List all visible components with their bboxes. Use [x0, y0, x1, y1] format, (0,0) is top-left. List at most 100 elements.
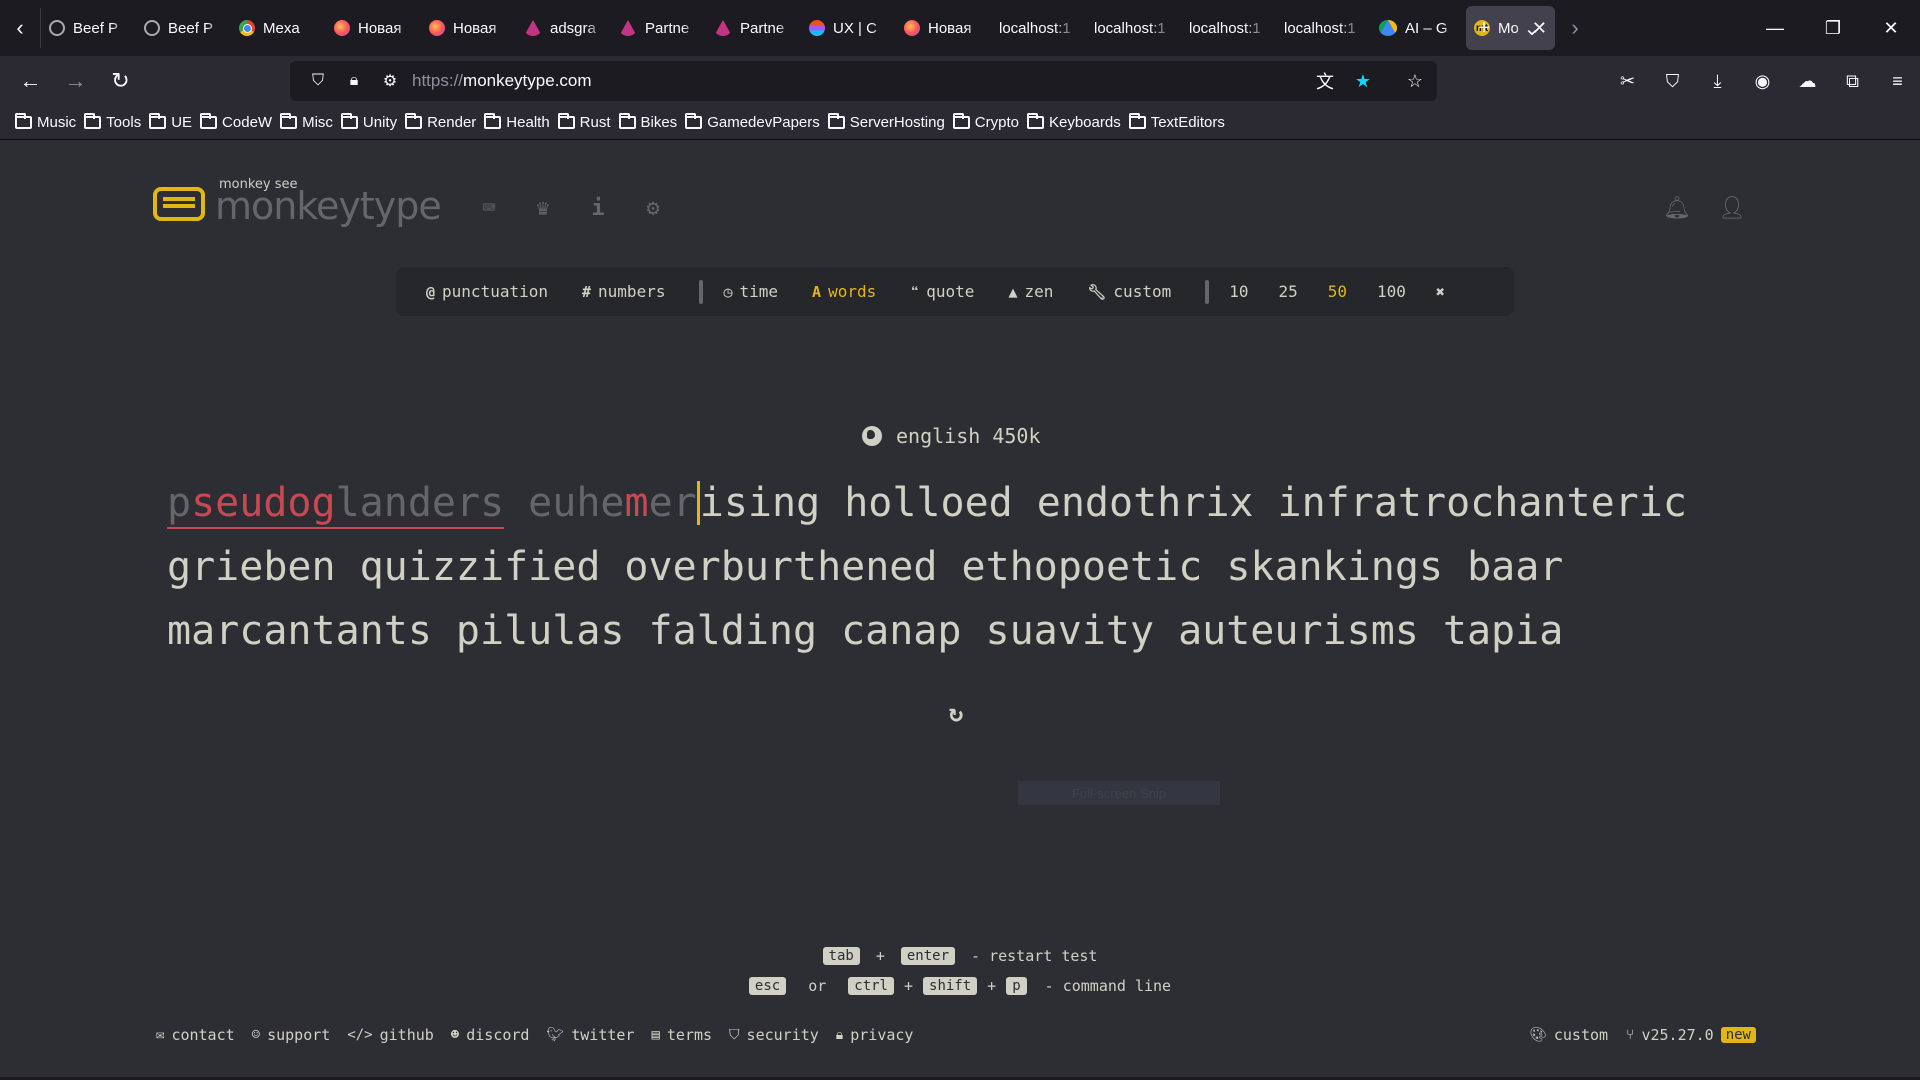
bookmark-folder[interactable]: Crypto: [952, 113, 1027, 131]
browser-tab[interactable]: AI – G: [1371, 6, 1466, 50]
browser-tab[interactable]: Mexa: [231, 6, 326, 50]
browser-tab[interactable]: Partne: [706, 6, 801, 50]
browser-tab[interactable]: adsgra: [516, 6, 611, 50]
bookmark-folder[interactable]: Music: [15, 113, 84, 131]
bookmark-folder[interactable]: Misc: [280, 113, 341, 131]
browser-tab[interactable]: Partne: [611, 6, 706, 50]
footer-discord[interactable]: ☻ discord: [451, 1026, 530, 1044]
bookmark-folder[interactable]: Keyboards: [1026, 113, 1129, 131]
lock-icon[interactable]: 🔒︎: [336, 72, 372, 90]
browser-tab[interactable]: UX | C: [801, 6, 896, 50]
extension-icon[interactable]: ☁︎: [1785, 71, 1830, 92]
footer-terms[interactable]: ▤ terms: [651, 1026, 712, 1044]
pocket-icon[interactable]: ⛉: [1650, 71, 1695, 92]
restore-button[interactable]: ❐: [1804, 0, 1862, 56]
firefox-icon: [904, 20, 920, 36]
or-text: or: [808, 977, 827, 995]
new-tab-button[interactable]: +: [1460, 0, 1508, 56]
version-button[interactable]: ⑂ v25.27.0 new: [1626, 1026, 1756, 1044]
back-button[interactable]: ←: [8, 56, 53, 106]
word-count-100[interactable]: 100: [1377, 282, 1406, 301]
permissions-icon[interactable]: ⚙︎: [372, 71, 408, 91]
mode-custom[interactable]: 🔧︎ custom: [1087, 282, 1187, 301]
browser-tab[interactable]: Новая: [896, 6, 991, 50]
tab-scroll-right-button[interactable]: ›: [1555, 0, 1595, 56]
user-icon[interactable]: 👤︎: [1717, 193, 1747, 223]
bookmark-folder[interactable]: Health: [484, 113, 557, 131]
theme-button[interactable]: 🎨︎ custom: [1529, 1026, 1608, 1044]
browser-tab[interactable]: localhost:1: [1086, 6, 1181, 50]
bookmark-folder[interactable]: TextEditors: [1128, 113, 1233, 131]
mode-time[interactable]: ◷ time: [723, 282, 794, 301]
info-icon[interactable]: i: [583, 193, 613, 223]
numbers-toggle[interactable]: # numbers: [582, 282, 681, 301]
bell-icon[interactable]: 🔔︎: [1662, 193, 1692, 223]
mode-quote[interactable]: ❝ quote: [910, 282, 990, 301]
app-menu-icon[interactable]: ≡: [1875, 71, 1920, 92]
url-text[interactable]: https://monkeytype.com: [412, 71, 592, 91]
translate-icon[interactable]: 文: [1311, 68, 1339, 94]
browser-tab[interactable]: Beef P: [136, 6, 231, 50]
bookmark-folder[interactable]: Rust: [557, 113, 619, 131]
bookmark-folder[interactable]: Bikes: [618, 113, 686, 131]
wrench-icon: 🔧︎: [1087, 282, 1107, 301]
close-window-button[interactable]: ✕: [1862, 0, 1920, 56]
bookmarks-manager-icon[interactable]: ☆: [1401, 71, 1429, 92]
gear-icon[interactable]: ⚙: [638, 193, 668, 223]
word-count-25[interactable]: 25: [1278, 282, 1297, 301]
word: tapia: [1442, 608, 1564, 654]
browser-tab[interactable]: localhost:1: [991, 6, 1086, 50]
shield-icon[interactable]: ⛉: [300, 72, 336, 90]
footer: ✉ contact ☺ support </> github ☻ discord 🐦︎ t…: [156, 1026, 1756, 1044]
word-count-50[interactable]: 50: [1328, 282, 1347, 301]
mode-zen[interactable]: ▲ zen: [1008, 282, 1069, 301]
bookmark-folder[interactable]: UE: [149, 113, 200, 131]
bookmark-folder[interactable]: Unity: [340, 113, 405, 131]
restart-icon[interactable]: ↻: [944, 699, 968, 727]
browser-tab[interactable]: Новая: [421, 6, 516, 50]
custom-count-button[interactable]: ✖: [1436, 283, 1461, 301]
punctuation-toggle[interactable]: @ punctuation: [426, 282, 564, 301]
downloads-icon[interactable]: ⤓: [1695, 71, 1740, 92]
browser-tab[interactable]: localhost:1: [1181, 6, 1276, 50]
browser-tab[interactable]: localhost:1: [1276, 6, 1371, 50]
bookmark-folder[interactable]: ServerHosting: [827, 113, 953, 131]
bookmark-folder[interactable]: Render: [405, 113, 484, 131]
footer-twitter[interactable]: 🐦︎ twitter: [546, 1026, 634, 1044]
tab-scroll-left-button[interactable]: ‹: [0, 0, 40, 56]
footer-link-label: privacy: [850, 1026, 914, 1044]
keyboard-icon[interactable]: ⌨: [474, 193, 504, 223]
footer-privacy[interactable]: 🔒︎ privacy: [836, 1026, 914, 1044]
words-area[interactable]: p seudog landers euhe m er ising holloed endothr…: [167, 471, 1767, 663]
word-count-10[interactable]: 10: [1229, 282, 1248, 301]
language-selector[interactable]: english 450k: [862, 424, 1041, 448]
reload-button[interactable]: ↻: [98, 56, 143, 106]
extensions-puzzle-icon[interactable]: ⧉: [1830, 71, 1875, 92]
crown-icon[interactable]: ♛: [528, 193, 558, 223]
bookmarks-toolbar: Music Tools UE CodeW Misc Unity Render Health Ru…: [0, 106, 1920, 140]
branch-icon: ⑂: [1626, 1027, 1635, 1043]
bookmark-folder[interactable]: GamedevPapers: [685, 113, 828, 131]
mode-words[interactable]: Awords: [812, 282, 892, 301]
footer-security[interactable]: ⛉ security: [729, 1026, 819, 1044]
browser-tab[interactable]: Новая: [326, 6, 421, 50]
footer-contact[interactable]: ✉ contact: [156, 1026, 235, 1044]
folder-icon: [685, 113, 703, 129]
hash-icon: #: [582, 282, 592, 301]
footer-github[interactable]: </> github: [347, 1026, 433, 1044]
key-shift: shift: [923, 977, 978, 995]
bookmark-folder[interactable]: CodeW: [200, 113, 280, 131]
screenshot-icon[interactable]: ✂︎: [1605, 71, 1650, 92]
footer-support[interactable]: ☺ support: [252, 1026, 331, 1044]
mode-words-label: words: [828, 282, 877, 301]
logo[interactable]: monkeytype monkey see: [153, 177, 442, 225]
bookmark-star-icon[interactable]: ★: [1349, 71, 1377, 92]
account-icon[interactable]: ◉: [1740, 71, 1785, 92]
list-all-tabs-button[interactable]: ⌄: [1508, 0, 1556, 56]
tab-list: Beef P Beef P Mexa Новая Новая adsgra Partne Pa…: [41, 6, 1555, 50]
forward-button[interactable]: →: [53, 56, 98, 106]
browser-tab[interactable]: Beef P: [41, 6, 136, 50]
url-bar[interactable]: ⛉ 🔒︎ ⚙︎ https://monkeytype.com 文 ★ ☆: [290, 61, 1437, 101]
minimize-button[interactable]: —: [1746, 0, 1804, 56]
bookmark-folder[interactable]: Tools: [84, 113, 149, 131]
